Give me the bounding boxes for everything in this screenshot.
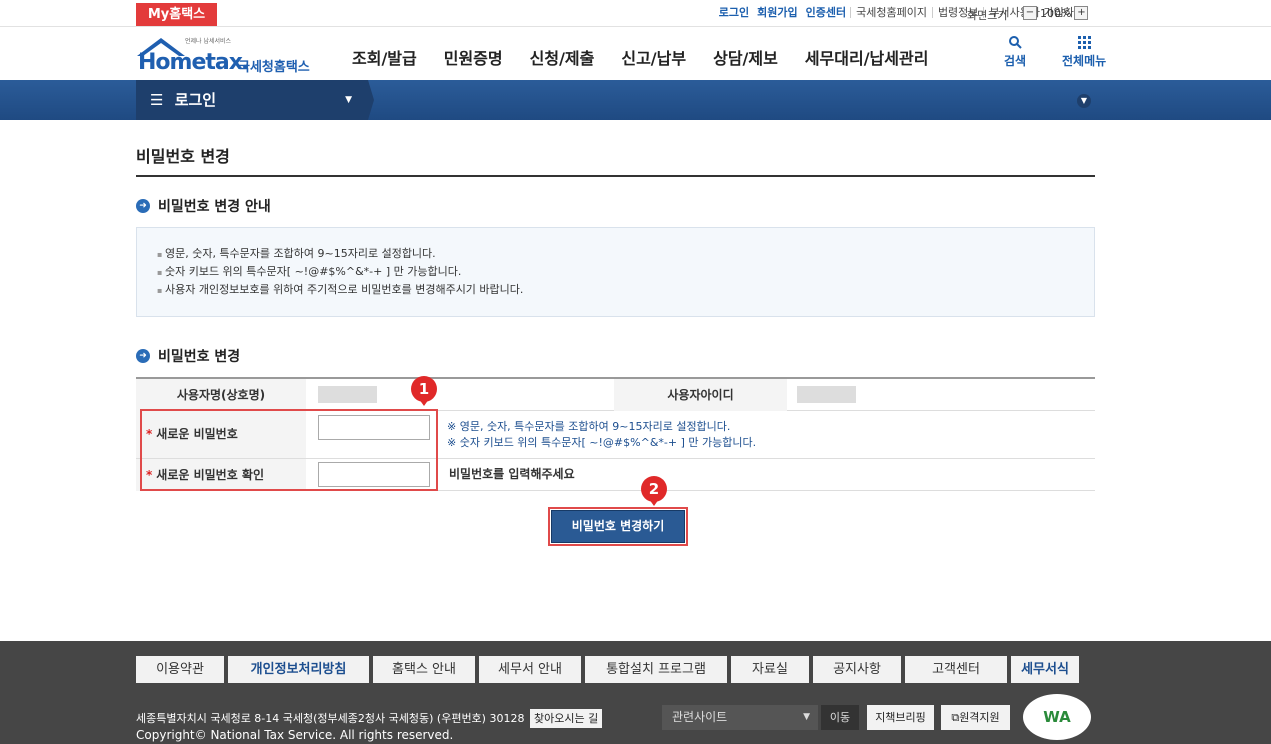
form-section-title: ➜ 비밀번호 변경 [136,346,240,366]
password-form-table: 사용자명(상호명) 사용자아이디 * 새로운 비밀번호 ※ 영문, 숫자, 특수문… [136,377,1095,491]
user-id-value [797,386,856,403]
footer-hometax-guide[interactable]: 홈택스 안내 [373,656,475,683]
policy-briefing-button[interactable]: 지책브리핑 [867,705,934,730]
step-badge-2: 2 [641,476,667,506]
search-icon [1009,36,1022,49]
logo-korean: 국세청홈택스 [238,60,310,75]
arrow-circle-icon: ➜ [136,199,150,213]
footer-nav: 이용약관 개인정보처리방침 홈택스 안내 세무서 안내 통합설치 프로그램 자료… [136,656,1083,683]
cert-center-link[interactable]: 인증센터 [802,7,850,18]
nts-homepage-link[interactable]: 국세청홈페이지 [850,7,932,18]
login-link[interactable]: 로그인 [715,7,753,18]
zoom-in-button[interactable]: + [1074,6,1089,20]
nav-civil[interactable]: 민원증명 [444,45,503,69]
highlight-box-inputs [140,409,438,491]
footer-tax-forms[interactable]: 세무서식 [1011,656,1079,683]
my-hometax-tab[interactable]: My홈택스 [136,3,217,26]
nav-inquiry[interactable]: 조회/발급 [352,45,417,69]
main-nav: 조회/발급 민원증명 신청/제출 신고/납부 상담/제보 세무대리/납세관리 [352,45,955,69]
hamburger-icon: ☰ [150,91,164,109]
user-id-label: 사용자아이디 [614,379,787,411]
guide-section-title: ➜ 비밀번호 변경 안내 [136,196,271,216]
header: 언제나 납세서비스 Hometax. 국세청홈택스 조회/발급 민원증명 신청/… [0,27,1271,80]
all-menu-label: 전체메뉴 [1062,54,1107,68]
guide-item: 사용자 개인정보보호를 위하여 주기적으로 비밀번호를 변경해주시기 바랍니다. [157,281,1074,299]
guide-item: 숫자 키보드 위의 특수문자[ ~!@#$%^&*-+ ] 만 가능합니다. [157,263,1074,281]
hometax-logo[interactable]: 언제나 납세서비스 Hometax. 국세청홈택스 [135,34,320,76]
expand-icon[interactable]: ▼ [1077,94,1091,108]
nav-apply[interactable]: 신청/제출 [530,45,595,69]
arrow-circle-icon: ➜ [136,349,150,363]
step-badge-1: 1 [411,376,437,406]
user-name-label: 사용자명(상호명) [136,379,306,411]
all-menu-button[interactable]: 전체메뉴 [1062,35,1106,69]
confirm-message: 비밀번호를 입력해주세요 [449,467,575,481]
breadcrumb-chevron-icon [362,80,374,120]
footer-archive[interactable]: 자료실 [731,656,809,683]
footer-notice[interactable]: 공지사항 [813,656,901,683]
nav-agent[interactable]: 세무대리/납세관리 [805,45,929,69]
form-title-text: 비밀번호 변경 [158,349,241,365]
breadcrumb-bar: ☰ 로그인 ▼ ▼ [0,80,1271,120]
password-hint: ※ 영문, 숫자, 특수문자를 조합하여 9~15자리로 설정합니다. ※ 숫자… [447,420,757,449]
related-sites-select[interactable]: 관련사이트 ▼ [662,705,818,730]
guide-title-text: 비밀번호 변경 안내 [158,199,271,215]
breadcrumb-label: 로그인 [174,91,217,109]
signup-link[interactable]: 회원가입 [753,7,801,18]
go-button[interactable]: 이동 [821,705,859,730]
zoom-value: 100% [1040,6,1072,20]
logo-text: Hometax. [138,50,250,75]
footer-support[interactable]: 고객센터 [905,656,1007,683]
change-password-button[interactable]: 비밀번호 변경하기 [551,510,685,543]
footer-address: 세종특별자치시 국세청로 8-14 국세청(정부세종2청사 국세청동) (우편번… [136,709,603,728]
footer: 이용약관 개인정보처리방침 홈택스 안내 세무서 안내 통합설치 프로그램 자료… [0,641,1271,744]
zoom-control: − 100% + [1020,6,1091,20]
footer-privacy[interactable]: 개인정보처리방침 [228,656,369,683]
user-name-value [318,386,377,403]
grid-icon [1078,36,1092,49]
select-arrow-icon: ▼ [803,712,810,722]
copyright: Copyright© National Tax Service. All rig… [136,728,454,742]
search-label: 검색 [1004,54,1027,68]
directions-button[interactable]: 찾아오시는 길 [529,709,603,728]
dropdown-arrow-icon: ▼ [345,95,352,105]
guide-box: 영문, 숫자, 특수문자를 조합하여 9~15자리로 설정합니다. 숫자 키보드… [136,227,1095,317]
logo-tagline: 언제나 납세서비스 [185,38,232,45]
title-divider [136,175,1095,177]
footer-terms[interactable]: 이용약관 [136,656,224,683]
zoom-out-button[interactable]: − [1023,6,1037,20]
remote-icon: ⧉ [951,711,960,724]
search-button[interactable]: 검색 [1004,35,1026,69]
footer-install[interactable]: 통합설치 프로그램 [585,656,727,683]
breadcrumb-login[interactable]: ☰ 로그인 ▼ [136,80,362,120]
zoom-label: 화면크기 [967,9,1008,22]
nav-consult[interactable]: 상담/제보 [713,45,778,69]
top-bar: My홈택스 로그인 회원가입 인증센터 국세청홈페이지 법령정보 부서사용자 가… [0,0,1271,27]
nav-report[interactable]: 신고/납부 [621,45,686,69]
user-info-row: 사용자명(상호명) 사용자아이디 [136,379,1095,411]
footer-office-guide[interactable]: 세무서 안내 [479,656,581,683]
remote-support-button[interactable]: ⧉원격지원 [941,705,1010,730]
page-title: 비밀번호 변경 [136,147,230,166]
wa-certification-mark: WA [1023,694,1091,740]
guide-item: 영문, 숫자, 특수문자를 조합하여 9~15자리로 설정합니다. [157,245,1074,263]
